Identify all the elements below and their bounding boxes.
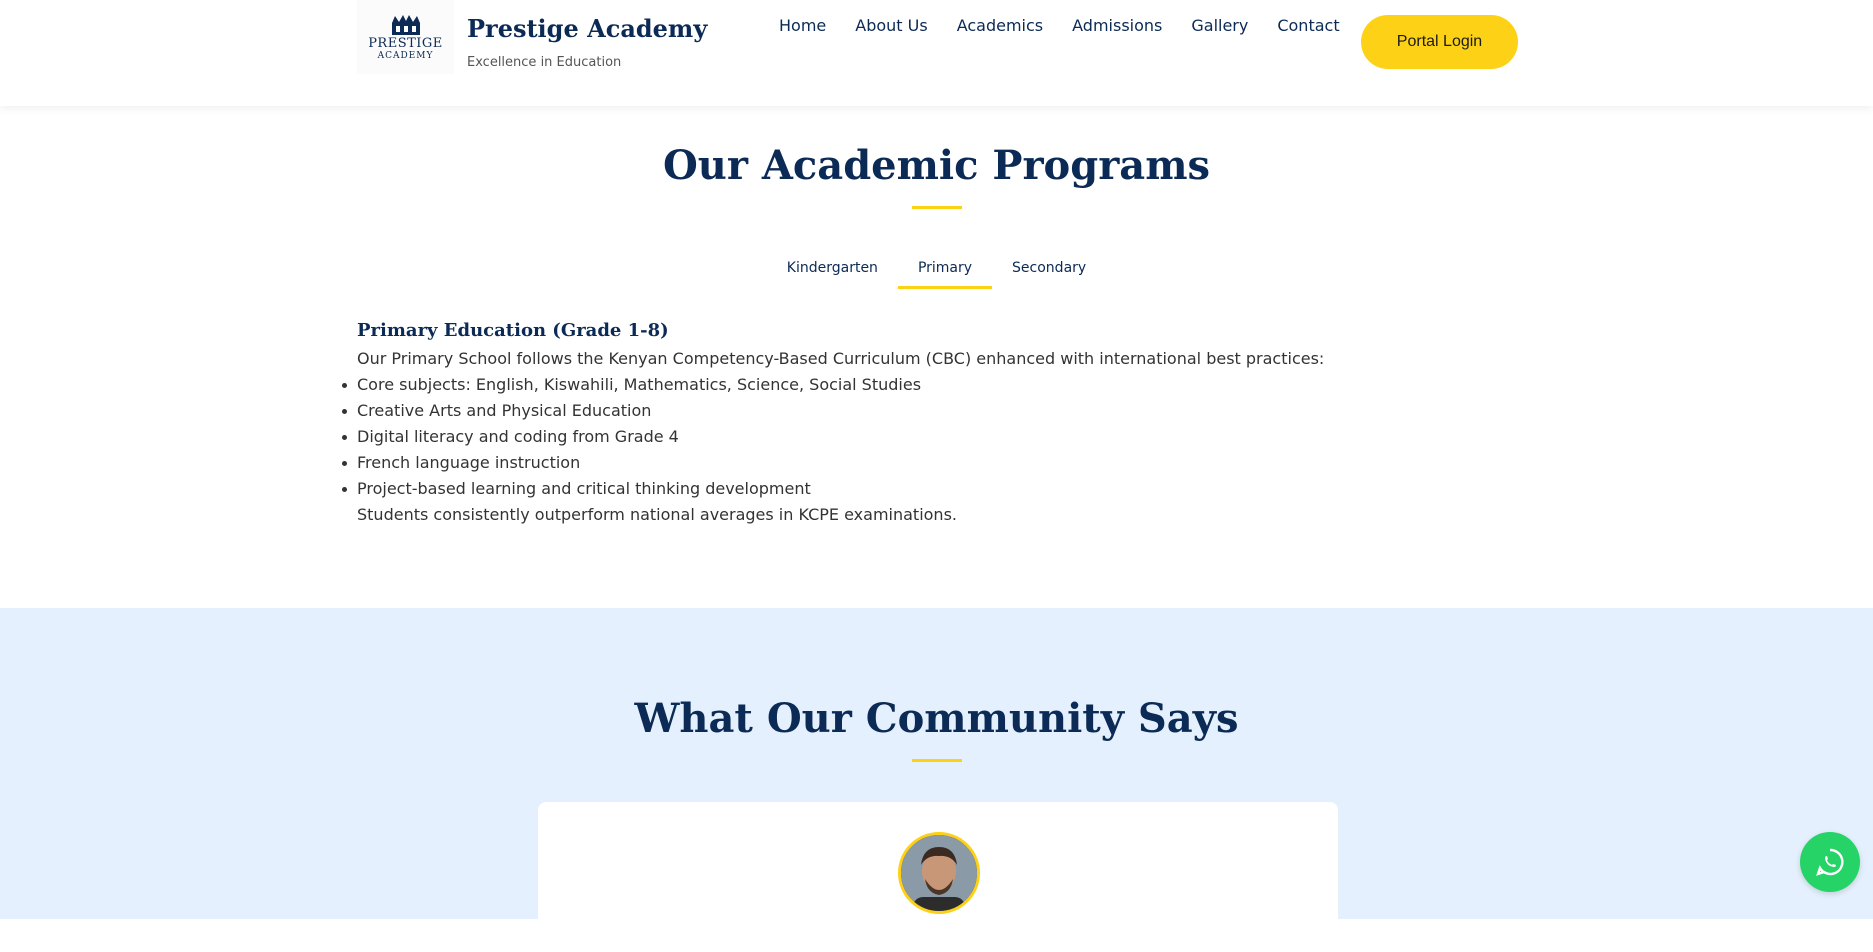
portal-login-button[interactable]: Portal Login	[1361, 15, 1518, 69]
programs-title: Our Academic Programs	[662, 142, 1211, 189]
program-feature-list: Core subjects: English, Kiswahili, Mathe…	[342, 372, 1517, 502]
nav-admissions[interactable]: Admissions	[1072, 16, 1162, 40]
program-intro: Our Primary School follows the Kenyan Co…	[357, 349, 1325, 368]
brand-tagline: Excellence in Education	[467, 55, 622, 70]
crown-crest-icon	[391, 15, 420, 35]
nav-academics[interactable]: Academics	[957, 16, 1043, 40]
nav-gallery[interactable]: Gallery	[1191, 16, 1248, 40]
program-closing: Students consistently outperform nationa…	[357, 505, 957, 524]
list-item: Digital literacy and coding from Grade 4	[342, 424, 1517, 450]
program-heading: Primary Education (Grade 1-8)	[357, 320, 669, 341]
community-title-underline	[912, 759, 962, 762]
brand-name[interactable]: Prestige Academy	[467, 14, 707, 43]
tab-primary[interactable]: Primary	[897, 254, 993, 289]
logo-text-secondary: ACADEMY	[377, 51, 434, 61]
person-photo-icon	[901, 835, 977, 911]
whatsapp-icon	[1816, 848, 1844, 876]
community-title: What Our Community Says	[634, 695, 1239, 742]
logo-text-primary: PRESTIGE	[368, 36, 443, 51]
tab-secondary[interactable]: Secondary	[992, 254, 1106, 289]
nav-home[interactable]: Home	[779, 16, 826, 40]
tab-kindergarten[interactable]: Kindergarten	[767, 254, 898, 289]
main-nav: Home About Us Academics Admissions Galle…	[779, 16, 1369, 40]
avatar	[898, 832, 980, 914]
nav-contact[interactable]: Contact	[1277, 16, 1339, 40]
whatsapp-chat-button[interactable]	[1800, 832, 1860, 892]
programs-title-underline	[912, 206, 962, 209]
site-header: PRESTIGE ACADEMY Prestige Academy Excell…	[0, 0, 1873, 106]
logo[interactable]: PRESTIGE ACADEMY	[357, 0, 454, 74]
list-item: French language instruction	[342, 450, 1517, 476]
program-tabs: Kindergarten Primary Secondary	[0, 254, 1873, 289]
list-item: Project-based learning and critical thin…	[342, 476, 1517, 502]
list-item: Creative Arts and Physical Education	[342, 398, 1517, 424]
list-item: Core subjects: English, Kiswahili, Mathe…	[342, 372, 1517, 398]
program-content: Primary Education (Grade 1-8) Our Primar…	[342, 320, 1517, 528]
nav-about-us[interactable]: About Us	[855, 16, 927, 40]
